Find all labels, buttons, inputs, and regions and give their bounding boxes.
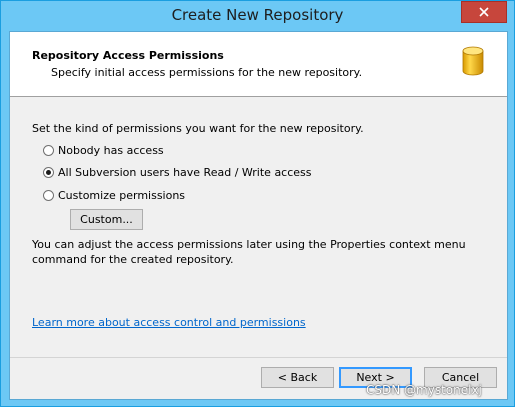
option-all-users-label: All Subversion users have Read / Write a… xyxy=(58,166,312,179)
dialog-body: Repository Access Permissions Specify in… xyxy=(9,31,508,400)
permissions-prompt: Set the kind of permissions you want for… xyxy=(32,122,364,135)
close-icon xyxy=(479,7,489,17)
page-subtitle: Specify initial access permissions for t… xyxy=(51,66,363,79)
dialog-window: Create New Repository Repository Access … xyxy=(0,0,515,407)
option-all-users[interactable]: All Subversion users have Read / Write a… xyxy=(43,166,312,179)
page-title: Repository Access Permissions xyxy=(32,49,224,62)
radio-customize[interactable] xyxy=(43,190,54,201)
footer-divider xyxy=(10,357,507,358)
option-customize-label: Customize permissions xyxy=(58,189,186,202)
adjust-permissions-note: You can adjust the access permissions la… xyxy=(32,238,466,266)
radio-nobody[interactable] xyxy=(43,145,54,156)
watermark: CSDN @mystonelxj xyxy=(366,383,482,397)
database-icon xyxy=(462,46,484,76)
option-nobody[interactable]: Nobody has access xyxy=(43,144,164,157)
close-button[interactable] xyxy=(461,1,507,23)
title-bar[interactable]: Create New Repository xyxy=(1,1,514,31)
option-customize[interactable]: Customize permissions xyxy=(43,189,185,202)
back-button-label: < Back xyxy=(277,371,318,384)
wizard-header: Repository Access Permissions Specify in… xyxy=(10,32,507,97)
option-nobody-label: Nobody has access xyxy=(58,144,164,157)
wizard-content: Set the kind of permissions you want for… xyxy=(10,97,507,357)
back-button[interactable]: < Back xyxy=(261,367,334,388)
custom-button[interactable]: Custom... xyxy=(70,209,143,230)
window-title: Create New Repository xyxy=(171,6,344,24)
radio-all-users[interactable] xyxy=(43,167,54,178)
learn-more-link[interactable]: Learn more about access control and perm… xyxy=(32,316,306,329)
